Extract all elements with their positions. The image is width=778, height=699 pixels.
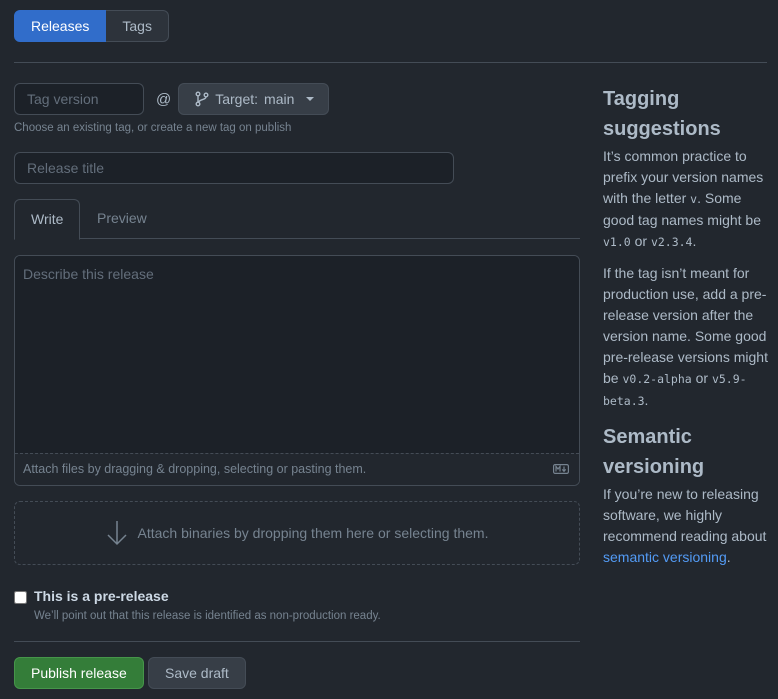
new-release-page: Releases Tags @ Target: main Choose an e… — [0, 0, 778, 699]
prerelease-note: We’ll point out that this release is ide… — [34, 610, 381, 622]
target-prefix: Target: — [215, 91, 259, 107]
release-title-input[interactable] — [14, 152, 454, 184]
semantic-versioning-heading: Semantic versioning — [603, 426, 705, 478]
git-branch-icon — [195, 91, 209, 107]
releases-tab-button[interactable]: Releases — [14, 10, 107, 42]
text: or — [630, 233, 651, 249]
attach-files-bar[interactable]: Attach files by dragging & dropping, sel… — [15, 453, 579, 485]
semantic-paragraph: If you’re new to releasing software, we … — [603, 484, 773, 568]
markdown-icon — [553, 464, 569, 474]
attach-binaries-text: Attach binaries by dropping them here or… — [137, 525, 489, 541]
tag-version-input[interactable] — [14, 83, 144, 115]
arrow-down-icon — [106, 521, 127, 546]
text: If you’re new to releasing software, we … — [603, 486, 767, 544]
tagging-paragraph-1: It’s common practice to prefix your vers… — [603, 146, 773, 253]
tab-preview[interactable]: Preview — [81, 199, 163, 239]
binaries-dropzone[interactable]: Attach binaries by dropping them here or… — [14, 501, 580, 565]
publish-release-button[interactable]: Publish release — [14, 657, 144, 689]
code-v2: v2.3.4 — [650, 235, 693, 249]
text: . — [644, 392, 649, 408]
top-divider — [14, 62, 767, 63]
save-draft-button[interactable]: Save draft — [148, 657, 246, 689]
editor-tabs: Write Preview — [14, 199, 580, 240]
text: . — [726, 549, 731, 565]
text: If the tag isn’t meant for production us… — [603, 265, 768, 386]
attach-files-text: Attach files by dragging & dropping, sel… — [23, 462, 367, 476]
releases-tags-switch: Releases Tags — [14, 10, 169, 42]
prerelease-checkbox[interactable] — [14, 591, 27, 604]
semantic-versioning-link[interactable]: semantic versioning — [603, 549, 727, 565]
release-body-editor: Attach files by dragging & dropping, sel… — [14, 255, 580, 486]
at-sign: @ — [156, 90, 172, 108]
chevron-down-icon — [306, 97, 315, 101]
tagging-suggestions-heading: Tagging suggestions — [603, 88, 721, 140]
code-v1: v1.0 — [603, 235, 631, 249]
tab-write[interactable]: Write — [14, 199, 81, 240]
prerelease-label[interactable]: This is a pre-release — [34, 588, 169, 604]
text: or — [691, 370, 712, 386]
sidebar-help: Tagging suggestions It’s common practice… — [603, 84, 773, 568]
target-value: main — [264, 91, 295, 107]
text: . — [692, 233, 697, 249]
tag-hint: Choose an existing tag, or create a new … — [14, 122, 292, 134]
tags-tab-button[interactable]: Tags — [106, 10, 169, 42]
release-body-textarea[interactable] — [15, 256, 579, 453]
tag-row: @ Target: main — [14, 83, 330, 115]
target-branch-button[interactable]: Target: main — [178, 83, 330, 115]
footer-divider — [14, 641, 580, 642]
tagging-paragraph-2: If the tag isn’t meant for production us… — [603, 263, 773, 412]
code-alpha: v0.2-alpha — [622, 372, 692, 386]
